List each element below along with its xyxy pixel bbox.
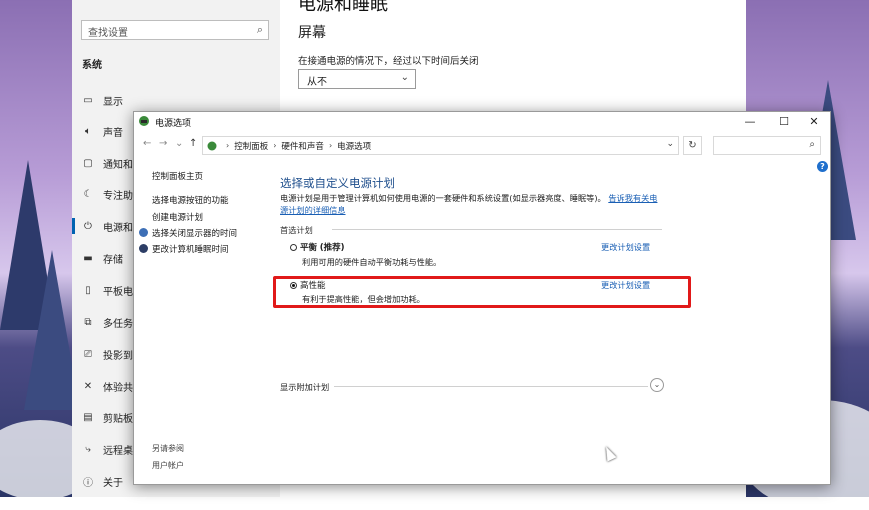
plan-description: 利用可用的硬件自动平衡功耗与性能。	[302, 257, 442, 267]
breadcrumb-separator: ›	[273, 141, 277, 150]
info-icon: ⓘ	[83, 477, 93, 489]
forward-icon[interactable]: →	[159, 138, 167, 149]
display-off-icon	[139, 228, 148, 237]
remote-desktop-icon: ⤷	[85, 443, 91, 455]
nav-item-about[interactable]: ⓘ 关于	[81, 471, 123, 491]
nav-item-label: 平板电	[103, 286, 133, 298]
clipboard-icon: ▤	[83, 411, 93, 423]
nav-item-shared-experiences[interactable]: ✕ 体验共	[81, 376, 133, 396]
power-options-window: 电源选项 — ☐ ✕ ← → ⌄ ↑ › 控制面板 › 硬件和声音 › 电源选项…	[133, 111, 831, 485]
storage-icon: ▬	[83, 252, 93, 264]
nav-item-label: 投影到	[103, 350, 133, 362]
address-dropdown-icon[interactable]: ⌄	[666, 139, 674, 149]
nav-item-label: 远程桌	[103, 445, 133, 457]
nav-item-label: 关于	[103, 477, 123, 489]
close-button[interactable]: ✕	[798, 112, 830, 132]
sleep-icon	[139, 244, 148, 253]
nav-item-projecting[interactable]: ⎚ 投影到	[81, 344, 133, 364]
sleep-time-link[interactable]: 更改计算机睡眠时间	[152, 243, 229, 255]
nav-item-tablet[interactable]: ▯ 平板电	[81, 280, 133, 300]
nav-item-label: 通知和	[103, 159, 133, 171]
sound-icon: 🔈︎	[85, 125, 91, 137]
highlight-box	[273, 276, 691, 308]
notifications-icon: ▢	[83, 157, 93, 169]
left-pane: 控制面板主页 选择电源按钮的功能 创建电源计划 选择关闭显示器的时间 更改计算机…	[134, 160, 274, 480]
display-off-link[interactable]: 选择关闭显示器的时间	[152, 227, 237, 239]
breadcrumb-separator: ›	[328, 141, 333, 150]
multitasking-icon: ⧉	[84, 316, 92, 328]
nav-item-notifications[interactable]: ▢ 通知和	[81, 153, 133, 173]
settings-search-input[interactable]: 查找设置 ⌕	[81, 20, 269, 40]
radio-button[interactable]	[290, 244, 297, 251]
nav-item-focus-assist[interactable]: ☾ 专注助	[81, 184, 133, 204]
divider	[334, 386, 648, 387]
power-icon: ⏻	[84, 220, 92, 232]
nav-item-multitasking[interactable]: ⧉ 多任务	[81, 312, 133, 332]
nav-item-label: 体验共	[103, 382, 133, 394]
screen-off-select[interactable]: 从不 ⌄	[298, 69, 416, 89]
tablet-icon: ▯	[85, 284, 91, 296]
control-panel-search-input[interactable]: ⌕	[713, 136, 821, 155]
search-placeholder: 查找设置	[88, 28, 128, 39]
control-panel-icon	[207, 141, 217, 150]
breadcrumb-item[interactable]: 电源选项	[337, 140, 371, 152]
nav-item-label: 显示	[103, 96, 123, 108]
nav-item-display[interactable]: ▭ 显示	[81, 90, 123, 110]
show-more-plans-label: 显示附加计划	[280, 382, 330, 392]
minimize-button[interactable]: —	[734, 112, 766, 132]
breadcrumb-separator: ›	[226, 141, 230, 150]
up-icon[interactable]: ↑	[189, 138, 197, 149]
search-icon: ⌕	[256, 23, 263, 36]
preferred-plans-label: 首选计划	[280, 225, 313, 235]
page-heading: 选择或自定义电源计划	[280, 176, 395, 190]
power-options-icon	[139, 116, 149, 126]
nav-item-storage[interactable]: ▬ 存储	[81, 248, 123, 268]
divider	[332, 229, 662, 230]
display-icon: ▭	[83, 94, 93, 106]
focus-assist-icon: ☾	[83, 188, 93, 200]
shared-experiences-icon: ✕	[83, 380, 93, 392]
recent-chevron-icon[interactable]: ⌄	[175, 138, 183, 149]
select-value: 从不	[307, 77, 327, 88]
nav-item-label: 电源和	[103, 222, 133, 234]
create-plan-link[interactable]: 创建电源计划	[152, 211, 203, 223]
window-title: 电源选项	[155, 119, 192, 129]
address-bar[interactable]: › 控制面板 › 硬件和声音 › 电源选项 ⌄	[202, 136, 679, 155]
plan-name: 平衡	[300, 243, 318, 253]
description: 电源计划是用于管理计算机如何使用电源的一套硬件和系统设置(如显示器亮度、睡眠等)…	[280, 192, 660, 216]
breadcrumb-item[interactable]: 控制面板	[234, 140, 268, 152]
nav-item-remote-desktop[interactable]: ⤷ 远程桌	[81, 439, 133, 459]
nav-item-label: 多任务	[103, 318, 133, 330]
plan-balanced[interactable]: 平衡 (推荐)	[290, 241, 345, 253]
nav-item-label: 专注助	[103, 190, 133, 202]
nav-item-label: 存储	[103, 254, 123, 266]
see-also-label: 另请参阅	[152, 444, 184, 453]
power-button-link[interactable]: 选择电源按钮的功能	[152, 194, 229, 206]
chevron-down-icon: ⌄	[400, 72, 409, 83]
expand-chevron-icon[interactable]: ⌄	[650, 378, 664, 392]
page-title: 电源和睡眠	[298, 0, 388, 15]
title-bar[interactable]: 电源选项 — ☐ ✕	[134, 112, 830, 132]
help-icon[interactable]: ?	[817, 161, 828, 172]
breadcrumb-item[interactable]: 硬件和声音	[281, 140, 324, 152]
control-panel-home-link[interactable]: 控制面板主页	[152, 170, 203, 182]
nav-item-clipboard[interactable]: ▤ 剪贴板	[81, 407, 133, 427]
plan-tag: (推荐)	[319, 243, 345, 253]
search-icon: ⌕	[809, 139, 815, 150]
projecting-icon: ⎚	[84, 348, 92, 360]
plugged-in-label: 在接通电源的情况下，经过以下时间后关闭	[298, 56, 479, 67]
back-icon[interactable]: ←	[143, 138, 151, 149]
refresh-icon[interactable]: ↻	[683, 136, 702, 155]
nav-item-power[interactable]: ⏻ 电源和	[72, 216, 133, 236]
address-row: ← → ⌄ ↑ › 控制面板 › 硬件和声音 › 电源选项 ⌄ ↻ ⌕	[134, 134, 830, 158]
section-label: 系统	[82, 60, 102, 71]
user-accounts-link[interactable]: 用户帐户	[152, 460, 184, 471]
nav-item-sound[interactable]: 🔈︎ 声音	[81, 121, 123, 141]
maximize-button[interactable]: ☐	[768, 112, 800, 132]
nav-item-label: 声音	[103, 127, 123, 139]
description-text: 电源计划是用于管理计算机如何使用电源的一套硬件和系统设置(如显示器亮度、睡眠等)…	[280, 193, 606, 203]
nav-item-label: 剪贴板	[103, 413, 133, 425]
change-plan-settings-link[interactable]: 更改计划设置	[601, 241, 650, 253]
section-title: 屏幕	[298, 25, 326, 41]
